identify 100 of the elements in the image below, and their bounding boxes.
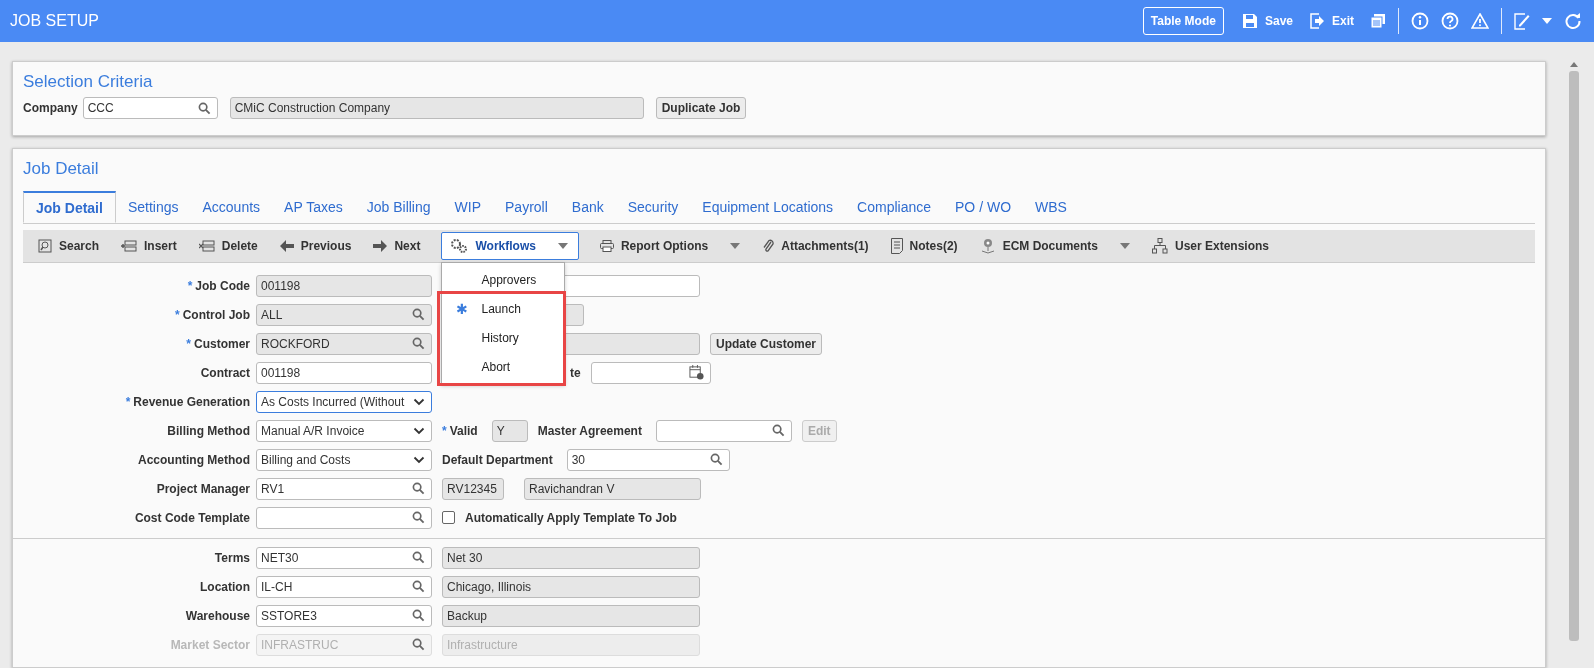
toolbar-button[interactable]: Report Options [598,234,742,258]
tab[interactable]: AP Taxes [272,191,355,223]
action-button[interactable]: Update Customer [710,332,822,355]
input-field[interactable]: Net 30 [442,546,700,569]
input-field[interactable]: 30 [566,448,730,471]
field-label: te [570,365,581,380]
input-field[interactable]: ALL [256,303,432,326]
caret-icon[interactable] [730,243,741,249]
page-title: JOB SETUP [10,12,99,30]
tab[interactable]: Accounts [190,191,273,223]
chevron-down-icon[interactable] [413,426,425,435]
input-field[interactable]: IL-CH [256,575,432,598]
exit-icon[interactable] [1309,13,1325,29]
input-field[interactable]: RV1 [256,477,432,500]
input-field[interactable]: 001198 [256,361,432,384]
field-label: Default Department [442,452,553,467]
search-icon[interactable] [709,453,723,466]
tab[interactable]: Compliance [845,191,943,223]
search-icon[interactable] [412,337,425,350]
toolbar-button[interactable]: ECM Documents [978,233,1131,259]
help-icon[interactable] [1441,12,1459,30]
tab[interactable]: PO / WO [943,191,1023,223]
menu-item[interactable]: Approvers [442,265,565,294]
asterisk-icon: ✱ [455,300,468,317]
toolbar-button[interactable]: Delete [197,234,259,258]
search-icon[interactable] [412,551,425,564]
hierarchy-icon [1151,238,1168,254]
field-label: Location [199,579,250,594]
field-label: Terms [213,550,250,565]
search-icon [38,239,52,253]
toolbar-button[interactable]: Attachments(1) [761,234,870,258]
calendar-icon[interactable] [688,365,704,380]
input-field[interactable]: SSTORE3 [256,604,432,627]
input-field[interactable]: Ravichandran V [524,477,701,500]
dropdown-field[interactable]: Manual A/R Invoice [256,419,432,442]
input-field[interactable]: 001198 [256,274,432,297]
printer-icon [599,240,614,252]
menu-item[interactable]: ✱ Launch [442,294,565,323]
insert-row-icon [121,240,138,252]
company-field[interactable]: CCC [82,97,218,119]
toolbar-button[interactable]: Notes(2) [889,233,959,259]
tab[interactable]: Equipment Locations [690,191,846,223]
tab[interactable]: Security [615,191,691,223]
toolbar-button[interactable]: Previous [278,234,353,258]
search-icon[interactable] [197,101,211,115]
warning-icon[interactable] [1471,13,1489,29]
caret-icon[interactable] [557,243,568,249]
toolbar-button[interactable]: Search [37,234,101,258]
toolbar-button[interactable]: Workflows [441,232,579,260]
chevron-down-icon[interactable] [413,455,425,464]
field-label: Project Manager [155,481,250,496]
tab[interactable]: WBS [1023,191,1079,223]
caret-icon[interactable] [1542,18,1552,24]
tab[interactable]: Payroll [493,191,560,223]
search-icon[interactable] [771,424,785,437]
toolbar-button[interactable]: Insert [120,234,178,258]
input-field[interactable] [655,419,792,442]
menu-item[interactable]: History [442,323,565,352]
checkbox-label: Automatically Apply Template To Job [465,510,677,525]
input-field[interactable]: Chicago, Illinois [442,575,700,598]
tab[interactable]: WIP [442,191,493,223]
tab[interactable]: Bank [559,191,616,223]
input-field[interactable]: Y [491,419,528,442]
input-field[interactable]: NET30 [256,546,432,569]
field-label: Warehouse [184,608,250,623]
arrow-left-icon [279,240,294,252]
tab[interactable]: Job Billing [354,191,443,223]
input-field[interactable] [256,506,432,529]
save-icon[interactable] [1241,13,1258,29]
search-icon[interactable] [412,511,425,524]
field-label: * Customer [185,336,250,351]
tab[interactable]: Job Detail [23,191,116,223]
search-icon[interactable] [412,308,425,321]
checkbox[interactable] [442,511,455,524]
date-field[interactable] [590,361,711,384]
refresh-icon[interactable] [1564,12,1582,30]
scrollbar-thumb[interactable] [1569,71,1579,641]
input-field[interactable]: RV12345 [442,477,504,500]
arrow-up-icon[interactable] [1570,62,1578,67]
field-label: Master Agreement [537,423,642,438]
tab[interactable]: Settings [115,191,191,223]
menu-item[interactable]: Abort [442,352,565,381]
field-label: Cost Code Template [133,510,250,525]
edit-icon[interactable] [1514,12,1530,30]
dropdown-field[interactable]: As Costs Incurred (Without [256,390,432,413]
info-icon[interactable] [1411,12,1429,30]
input-field[interactable]: Backup [442,604,700,627]
chevron-down-icon[interactable] [413,397,425,406]
field-label: * Control Job [174,307,250,322]
input-field[interactable]: ROCKFORD [256,332,432,355]
search-icon[interactable] [412,482,425,495]
windows-icon[interactable] [1370,13,1386,29]
toolbar-button[interactable]: Next [372,234,422,258]
field-label: Company [23,101,78,115]
dropdown-field[interactable]: Billing and Costs [256,448,432,471]
toolbar-button[interactable]: User Extensions [1150,233,1270,259]
search-icon[interactable] [412,609,425,622]
search-icon[interactable] [412,580,425,593]
caret-icon[interactable] [1119,243,1130,249]
duplicate-job-button[interactable]: Duplicate Job [655,97,747,119]
